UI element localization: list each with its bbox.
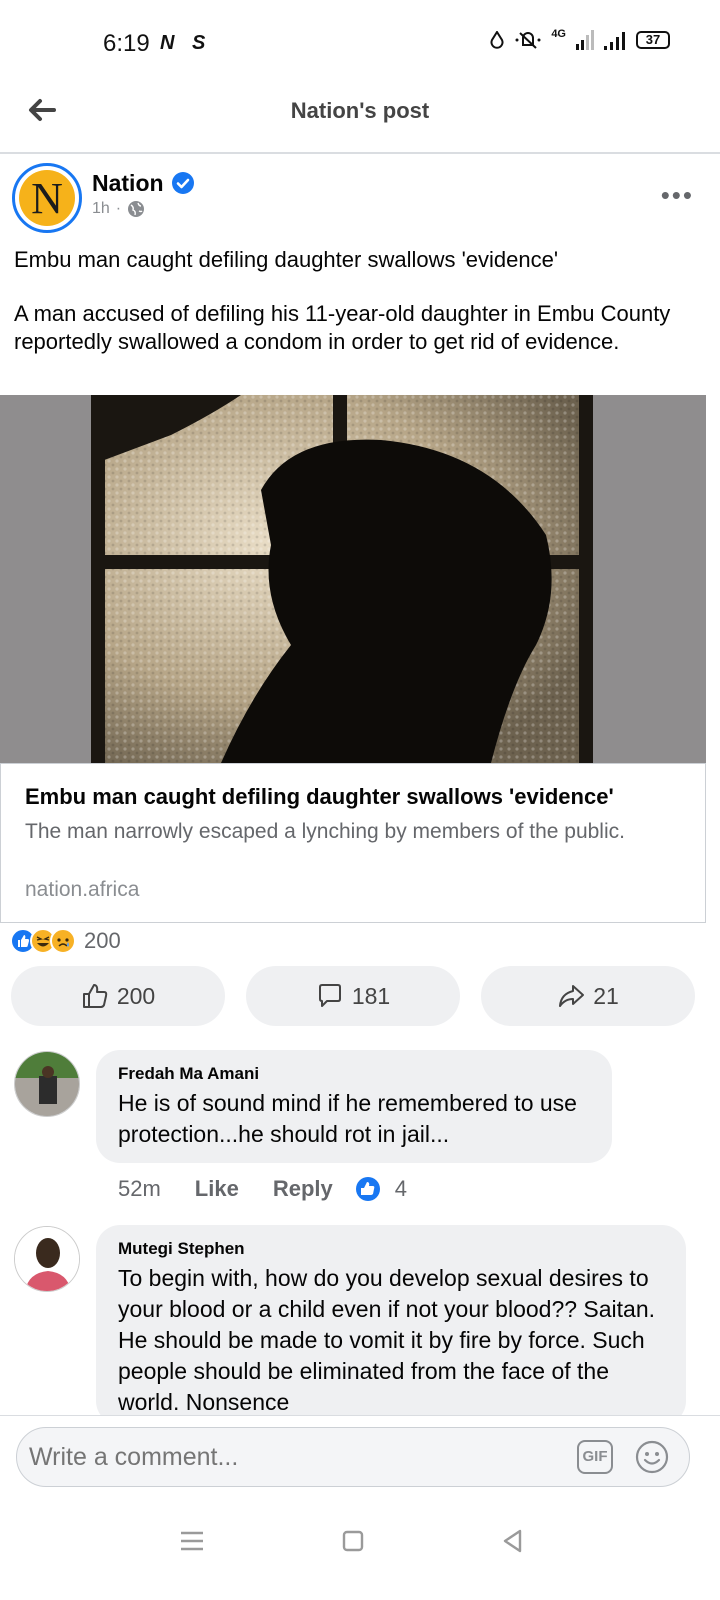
share-icon	[559, 985, 585, 1007]
notification-icons: N S	[160, 32, 212, 54]
page-name[interactable]: Nation	[92, 170, 164, 197]
network-type: 4G	[551, 28, 566, 40]
comment-author[interactable]: Fredah Ma Amani	[118, 1064, 590, 1084]
status-indicators: 4G 37	[489, 28, 670, 50]
data-saver-icon	[490, 31, 504, 49]
link-title: Embu man caught defiling daughter swallo…	[25, 784, 614, 809]
verified-badge-icon	[172, 172, 194, 194]
home-icon[interactable]	[333, 1521, 373, 1561]
post-meta: 1h ·	[92, 200, 145, 218]
comment-actions: 52m Like Reply 4	[118, 1176, 407, 1202]
avatar-photo	[15, 1052, 79, 1116]
comment-input[interactable]	[29, 1440, 529, 1474]
reaction-summary[interactable]: 200	[10, 928, 121, 954]
top-bar: Nation's post	[0, 70, 720, 154]
comment-bubble[interactable]: Mutegi Stephen To begin with, how do you…	[96, 1225, 686, 1425]
sad-reaction-icon	[50, 928, 76, 954]
battery-icon: 37	[636, 31, 670, 49]
comment-text: He is of sound mind if he remembered to …	[118, 1090, 577, 1147]
system-nav-bar	[0, 1501, 720, 1600]
signal-icon-2	[604, 32, 625, 50]
comment-like-button[interactable]: Like	[195, 1176, 239, 1202]
link-domain: nation.africa	[25, 878, 140, 901]
like-button[interactable]: 200	[11, 966, 225, 1026]
link-description: The man narrowly escaped a lynching by m…	[25, 820, 625, 843]
comment-count: 181	[351, 982, 391, 1009]
emoji-icon[interactable]	[635, 1440, 669, 1474]
commenter-avatar[interactable]	[14, 1051, 80, 1117]
comment-time: 52m	[118, 1176, 161, 1201]
page-avatar[interactable]: N	[12, 163, 82, 233]
post-text: Embu man caught defiling daughter swallo…	[14, 246, 704, 356]
comment-bubble[interactable]: Fredah Ma Amani He is of sound mind if h…	[96, 1050, 612, 1163]
comment-composer-bar: GIF	[0, 1415, 720, 1501]
signal-icon	[576, 30, 594, 50]
comment-text: To begin with, how do you develop sexual…	[118, 1265, 656, 1415]
more-options-button[interactable]: •••	[661, 180, 694, 211]
post-headline: Embu man caught defiling daughter swallo…	[14, 247, 559, 272]
comment-icon	[318, 984, 341, 1007]
back-nav-icon[interactable]	[493, 1521, 533, 1561]
reaction-count: 200	[84, 928, 121, 953]
post-image[interactable]	[0, 395, 706, 763]
thumbs-up-icon	[82, 984, 108, 1008]
like-count: 200	[116, 982, 156, 1009]
mute-icon	[515, 32, 541, 49]
nation-logo: N	[19, 170, 75, 226]
gif-button[interactable]: GIF	[577, 1440, 613, 1474]
comment-reply-button[interactable]: Reply	[273, 1176, 333, 1202]
commenter-avatar[interactable]	[14, 1226, 80, 1292]
share-count: 21	[593, 982, 619, 1009]
meta-separator: ·	[115, 200, 122, 217]
like-reaction-icon	[355, 1177, 380, 1201]
silhouette-photo	[91, 395, 593, 763]
avatar-photo	[15, 1227, 79, 1291]
post-body: A man accused of defiling his 11-year-ol…	[14, 301, 671, 354]
menu-icon[interactable]	[172, 1521, 212, 1561]
post-time[interactable]: 1h	[92, 200, 110, 218]
comment-author[interactable]: Mutegi Stephen	[118, 1239, 664, 1259]
photo-illustration	[91, 395, 593, 763]
status-time: 6:19	[103, 30, 150, 57]
link-preview-card[interactable]: Embu man caught defiling daughter swallo…	[0, 763, 706, 923]
comment-like-count: 4	[394, 1176, 407, 1201]
comment-composer[interactable]: GIF	[16, 1427, 690, 1487]
page-title: Nation's post	[290, 98, 430, 123]
comment-button[interactable]: 181	[246, 966, 460, 1026]
globe-icon	[128, 201, 145, 217]
share-button[interactable]: 21	[481, 966, 695, 1026]
